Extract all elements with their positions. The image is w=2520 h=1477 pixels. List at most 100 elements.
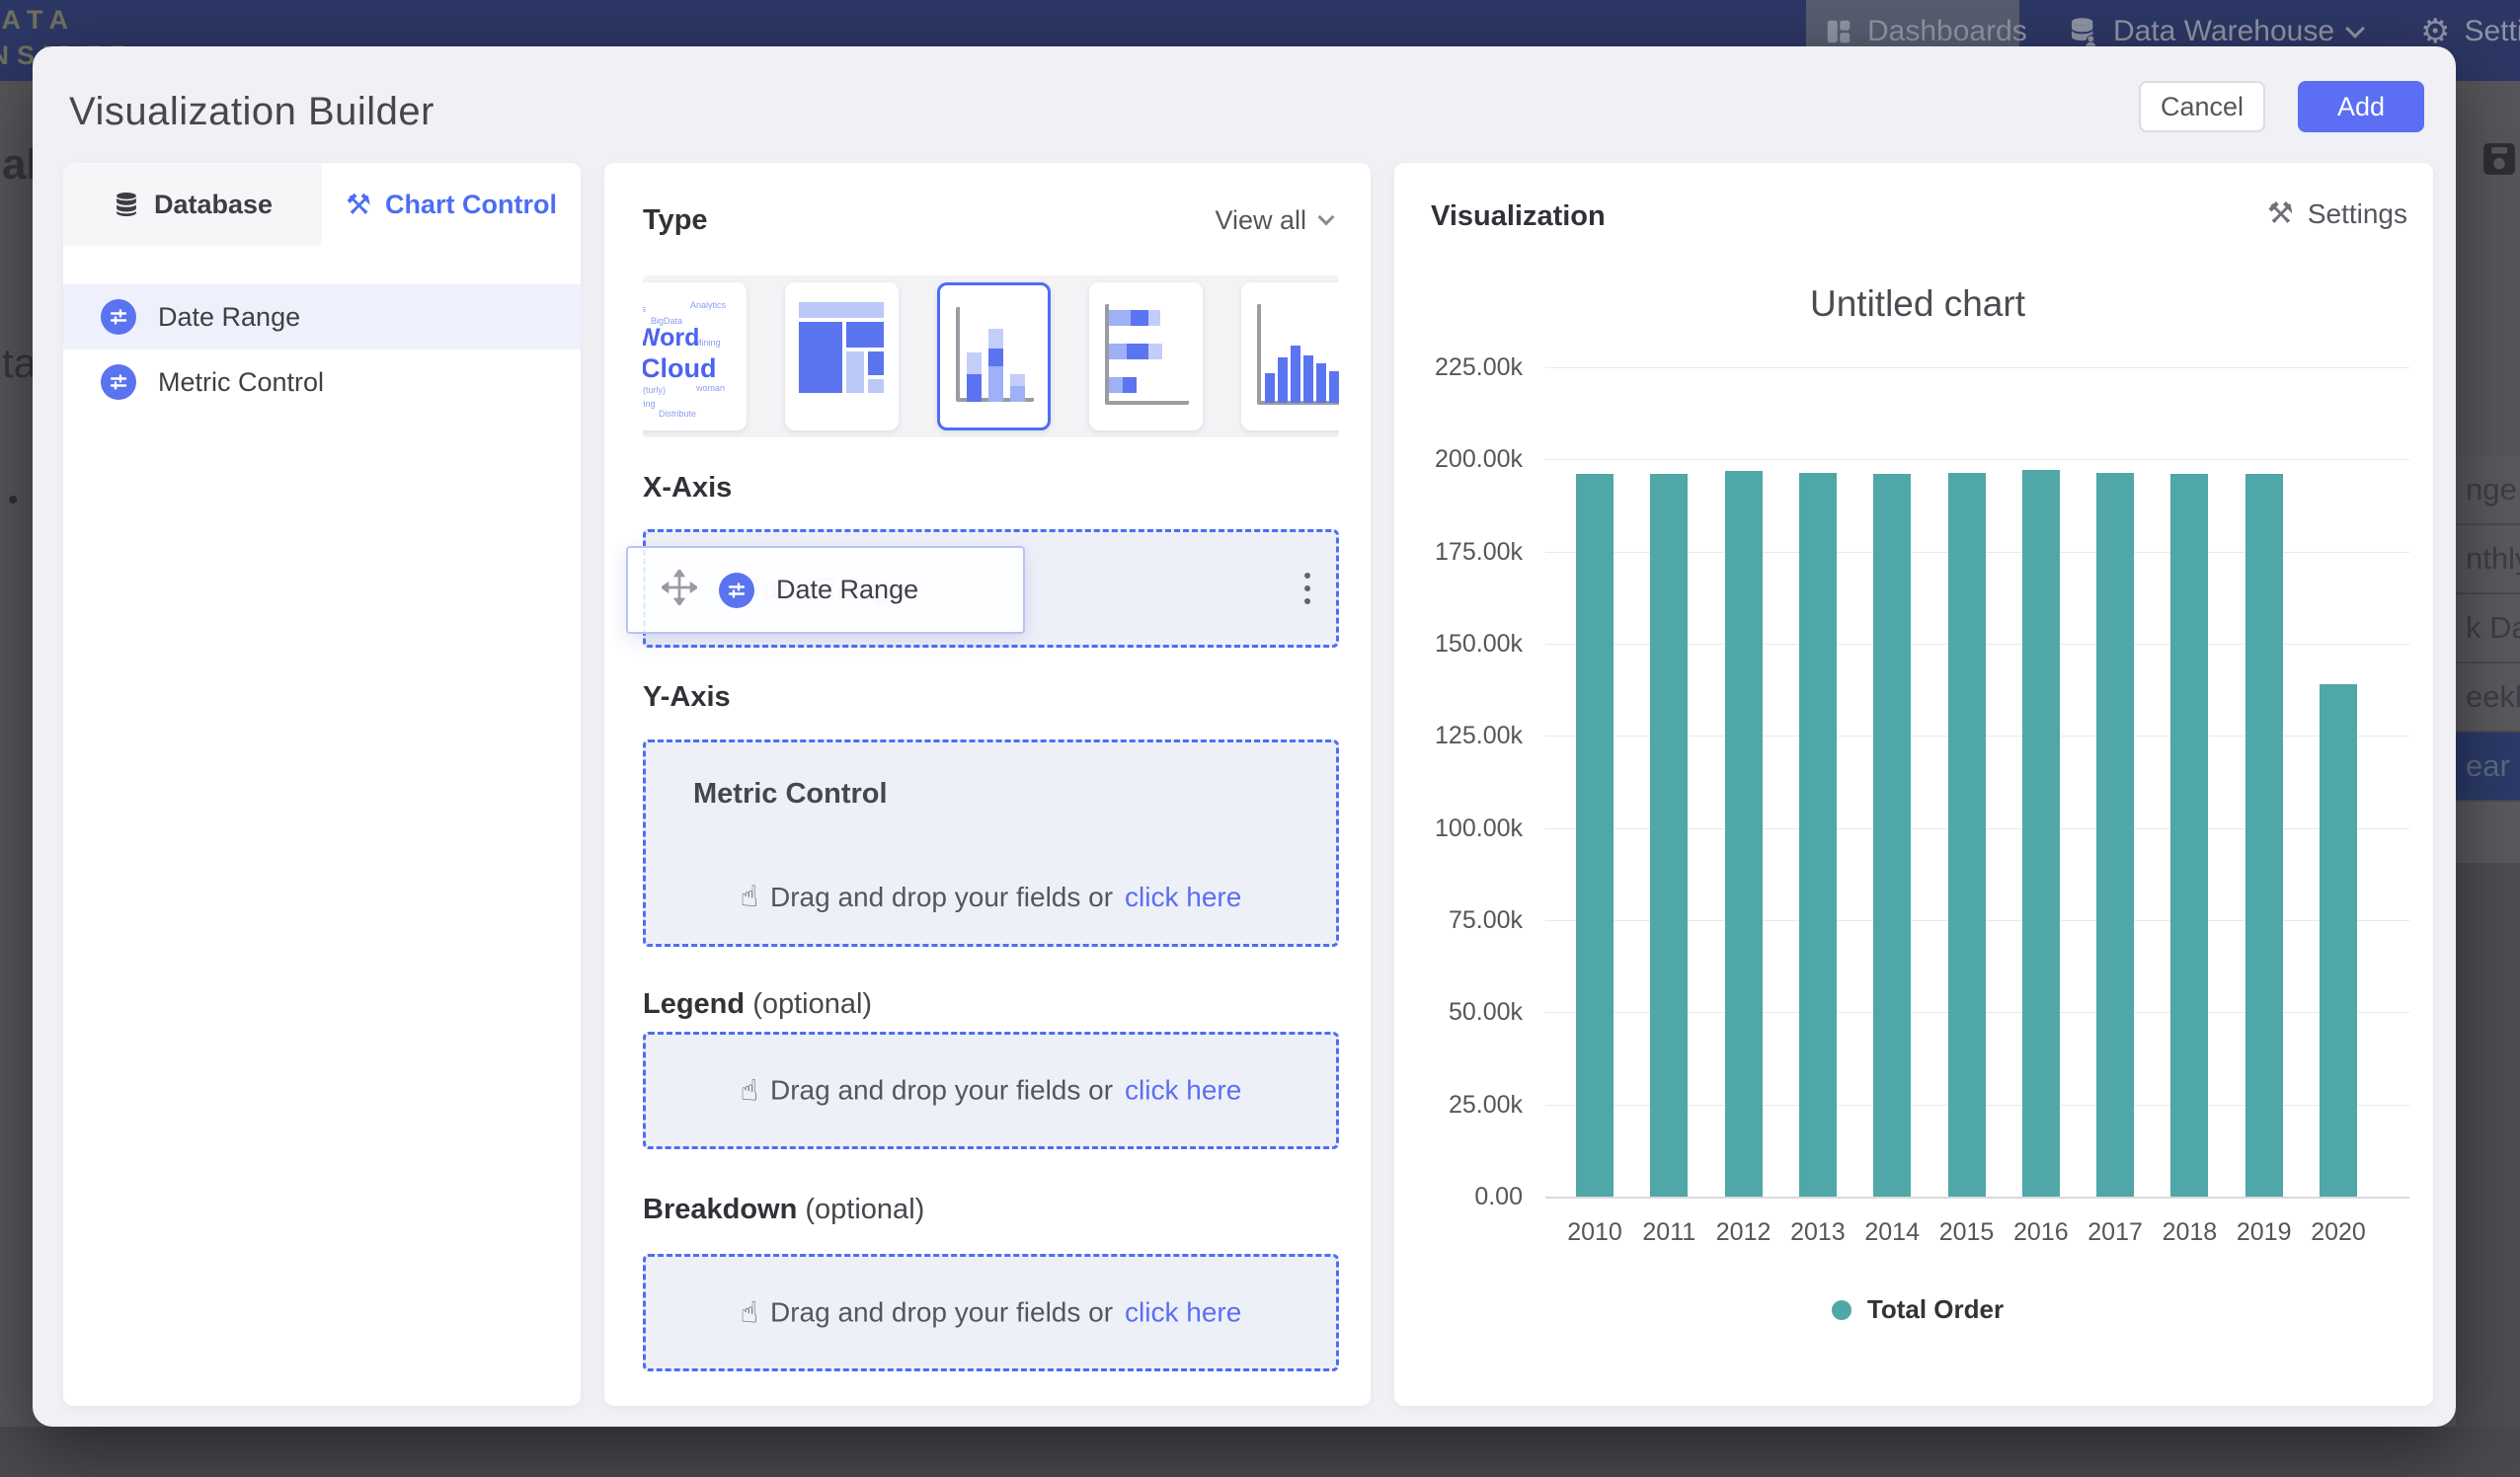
legend-series-label: Total Order [1867, 1294, 2004, 1325]
x-category-label: 2020 [2299, 1218, 2378, 1247]
tune-icon [101, 299, 136, 335]
chart-type-treemap[interactable] [785, 282, 899, 430]
x-category-label: 2010 [1555, 1218, 1634, 1247]
y-tick-label: 175.00k [1404, 538, 1523, 567]
x-category-label: 2011 [1629, 1218, 1708, 1247]
date-range-chip[interactable]: Date Range [626, 546, 1025, 634]
hand-tap-icon: ☝ [741, 880, 758, 914]
metric-control-label: Metric Control [693, 778, 888, 811]
chart-legend: Total Order [1424, 1294, 2411, 1325]
y-axis-section-label: Y-Axis [643, 681, 731, 714]
dashboards-grid-icon [1824, 17, 1853, 46]
legend-optional: (optional) [752, 988, 872, 1020]
background-menu-tail [2456, 802, 2520, 863]
chevron-down-icon [1318, 209, 1335, 226]
fields-panel-tabs: Database ⚒ Chart Control [63, 163, 581, 246]
nav-label: Data Warehouse [2113, 15, 2334, 48]
background-page-right-fragment: nge nthly k Date eekly ear [2456, 81, 2520, 1427]
x-axis-section-label: X-Axis [643, 472, 732, 505]
nav-label: Settings [2464, 15, 2520, 48]
bar-2014 [1873, 474, 1911, 1197]
logo-line1: DATA [0, 2, 138, 38]
data-warehouse-icon [2068, 16, 2099, 47]
chart-control-field-list: Date Range Metric Control [63, 284, 581, 415]
hand-tap-icon: ☝ [741, 1295, 758, 1330]
background-bullet: • [8, 484, 19, 517]
x-category-label: 2017 [2076, 1218, 2155, 1247]
hand-tap-icon: ☝ [741, 1073, 758, 1108]
visualization-panel: Visualization ⚒ Settings Untitled chart … [1394, 163, 2433, 1406]
drop-hint-text: Drag and drop your fields or [770, 1075, 1113, 1107]
modal-title: Visualization Builder [69, 90, 434, 134]
nav-label: Dashboards [1867, 15, 2027, 48]
visualization-builder-modal: Visualization Builder Cancel Add Databas… [33, 46, 2456, 1427]
drop-hint-text: Drag and drop your fields or [770, 1297, 1113, 1329]
y-tick-label: 150.00k [1404, 630, 1523, 659]
drop-hint-text: Drag and drop your fields or [770, 882, 1113, 913]
move-icon [662, 570, 697, 610]
field-item-date-range[interactable]: Date Range [63, 284, 581, 350]
database-icon [113, 191, 140, 218]
field-item-metric-control[interactable]: Metric Control [63, 350, 581, 415]
chart-type-stacked-bar[interactable] [1089, 282, 1203, 430]
add-button[interactable]: Add [2298, 81, 2424, 132]
chart-control-tools-icon: ⚒ [346, 188, 371, 222]
legend-dropzone[interactable]: ☝ Drag and drop your fields or click her… [643, 1032, 1339, 1149]
breakdown-dropzone[interactable]: ☝ Drag and drop your fields or click her… [643, 1254, 1339, 1371]
settings-label: Settings [2308, 198, 2407, 230]
chart-type-stacked-column[interactable] [937, 282, 1051, 430]
breakdown-optional: (optional) [805, 1194, 924, 1225]
chart-gridline [1545, 459, 2409, 460]
tools-icon: ⚒ [2267, 196, 2294, 231]
click-here-link[interactable]: click here [1125, 1297, 1241, 1329]
x-axis-dropzone[interactable]: Date Range Date Range [643, 529, 1339, 648]
bar-2017 [2096, 473, 2134, 1197]
bar-2012 [1725, 471, 1763, 1197]
chart-type-strip: ness Analytics BigData Mining Word Cloud… [643, 275, 1339, 437]
gear-icon: ⚙ [2420, 12, 2450, 51]
chip-label: Date Range [776, 575, 918, 605]
thumb-cloud: Cloud [643, 353, 716, 384]
y-tick-label: 0.00 [1404, 1183, 1523, 1211]
chevron-down-icon [2345, 19, 2365, 39]
background-page-left-fragment: al ta • [0, 81, 33, 1427]
chart-type-word-cloud[interactable]: ness Analytics BigData Mining Word Cloud… [643, 282, 747, 430]
breakdown-section-label: Breakdown (optional) [643, 1194, 924, 1226]
breakdown-label: Breakdown [643, 1194, 797, 1225]
chart-gridline [1545, 1197, 2409, 1199]
field-label: Date Range [158, 302, 300, 333]
visualization-settings-button[interactable]: ⚒ Settings [2267, 196, 2407, 231]
background-panel [2456, 863, 2520, 1427]
y-axis-dropzone[interactable]: Metric Control ☝ Drag and drop your fiel… [643, 739, 1339, 947]
bar-2013 [1799, 473, 1837, 1197]
y-tick-label: 200.00k [1404, 445, 1523, 474]
view-all-dropdown[interactable]: View all [1215, 205, 1332, 236]
click-here-link[interactable]: click here [1125, 1075, 1241, 1107]
x-category-label: 2015 [1928, 1218, 2007, 1247]
cancel-button[interactable]: Cancel [2139, 81, 2265, 132]
background-menu-item-selected: ear [2456, 733, 2520, 802]
click-here-link[interactable]: click here [1125, 882, 1241, 913]
background-text-fragment: al [2, 140, 33, 190]
y-tick-label: 225.00k [1404, 353, 1523, 382]
y-tick-label: 50.00k [1404, 998, 1523, 1027]
tab-label: Database [154, 190, 273, 220]
tune-icon [101, 364, 136, 400]
y-tick-label: 125.00k [1404, 722, 1523, 750]
legend-section-label: Legend (optional) [643, 988, 872, 1021]
x-category-label: 2018 [2150, 1218, 2229, 1247]
kebab-menu-icon[interactable] [1304, 573, 1310, 604]
x-category-label: 2012 [1704, 1218, 1783, 1247]
field-label: Metric Control [158, 367, 324, 398]
chart-type-column[interactable] [1241, 282, 1339, 430]
visualization-panel-title: Visualization [1431, 200, 1606, 233]
tab-database[interactable]: Database [63, 163, 322, 246]
legend-marker-dot [1832, 1300, 1851, 1320]
x-category-label: 2019 [2225, 1218, 2304, 1247]
builder-panel: Type View all ness Analytics BigData Min… [604, 163, 1371, 1406]
tune-icon [719, 573, 754, 608]
tab-chart-control[interactable]: ⚒ Chart Control [322, 163, 581, 246]
type-section-label: Type [643, 204, 708, 237]
thumb-word: Word [643, 324, 699, 352]
bar-2018 [2170, 474, 2208, 1197]
